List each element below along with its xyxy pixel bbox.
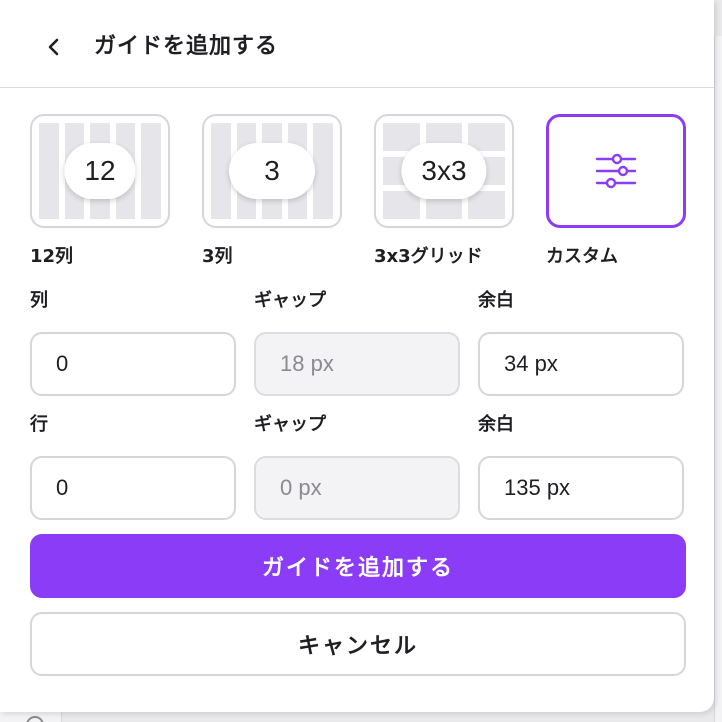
- add-guides-button[interactable]: ガイドを追加する: [30, 534, 686, 598]
- preset-label-custom: カスタム: [546, 246, 618, 267]
- row-count-label: 行: [30, 414, 48, 435]
- column-gap-input: 18 px: [254, 332, 460, 396]
- back-button[interactable]: [40, 30, 68, 64]
- preset-3-columns[interactable]: 3: [202, 114, 342, 228]
- row-gap-label: ギャップ: [254, 414, 326, 435]
- panel-title: ガイドを追加する: [94, 34, 279, 59]
- preset-label-3-columns: 3列: [202, 246, 233, 267]
- preset-3x3-grid[interactable]: 3x3: [374, 114, 514, 228]
- sliders-icon: [595, 153, 637, 189]
- panel-header: ガイドを追加する: [0, 0, 714, 88]
- background-canvas-edge-bottom: [0, 712, 62, 722]
- preset-label-12-columns: 12列: [30, 246, 74, 267]
- row-margin-label: 余白: [478, 414, 514, 435]
- preset-badge: 3: [229, 143, 315, 199]
- background-canvas-edge: [714, 0, 722, 722]
- row-margin-input[interactable]: 135 px: [478, 456, 684, 520]
- add-guides-panel: ガイドを追加する 12 12列 3 3列 3x3 3x3グリッド カスタム 列 …: [0, 0, 714, 712]
- preset-label-3x3-grid: 3x3グリッド: [374, 246, 483, 267]
- preset-badge: 3x3: [401, 143, 487, 199]
- preset-12-columns[interactable]: 12: [30, 114, 170, 228]
- help-icon: [26, 716, 44, 722]
- chevron-left-icon: [48, 38, 59, 56]
- row-count-input[interactable]: 0: [30, 456, 236, 520]
- cancel-button[interactable]: キャンセル: [30, 612, 686, 676]
- column-gap-label: ギャップ: [254, 290, 326, 311]
- preset-custom[interactable]: [546, 114, 686, 228]
- preset-badge: 12: [64, 143, 136, 199]
- column-count-input[interactable]: 0: [30, 332, 236, 396]
- column-margin-label: 余白: [478, 290, 514, 311]
- column-count-label: 列: [30, 290, 48, 311]
- column-margin-input[interactable]: 34 px: [478, 332, 684, 396]
- row-gap-input: 0 px: [254, 456, 460, 520]
